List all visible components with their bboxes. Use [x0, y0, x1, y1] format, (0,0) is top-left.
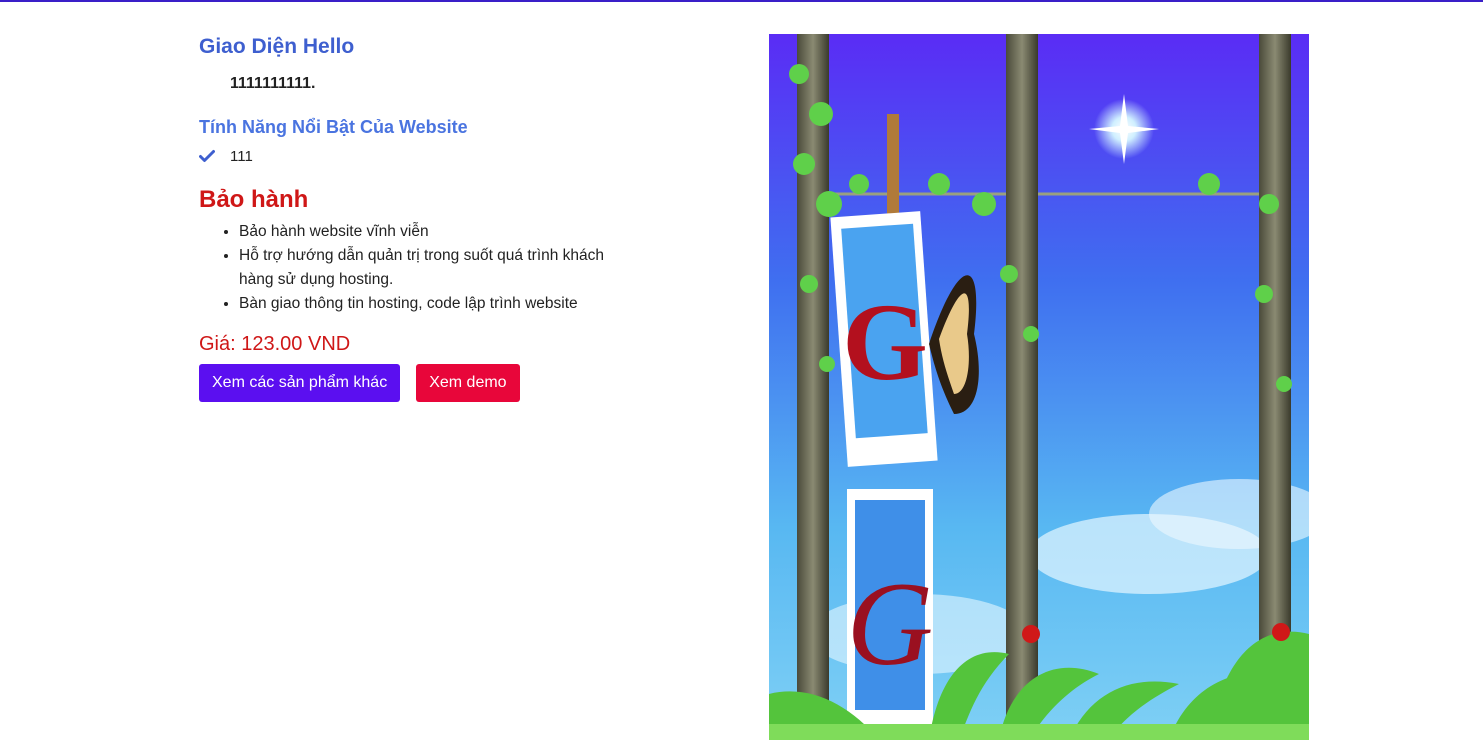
check-icon	[199, 150, 215, 162]
price-value: 123.00 VND	[241, 333, 351, 355]
demo-button[interactable]: Xem demo	[416, 364, 520, 402]
product-image: G G	[769, 34, 1309, 740]
warranty-item: Bảo hành website vĩnh viễn	[239, 220, 629, 244]
product-title: Giao Diện Hello	[199, 35, 355, 58]
features-heading: Tính Năng Nổi Bật Của Website	[199, 117, 468, 137]
product-preview-illustration: G G	[769, 34, 1309, 740]
top-border	[0, 0, 1483, 2]
card-letter-1: G	[842, 281, 928, 403]
warranty-list: Bảo hành website vĩnh viễn Hỗ trợ hướng …	[199, 220, 629, 316]
price: Giá: 123.00 VND	[199, 332, 629, 356]
feature-text: 111	[230, 147, 253, 165]
price-label: Giá:	[199, 333, 242, 355]
warranty-heading: Bảo hành	[199, 186, 309, 213]
warranty-item: Bàn giao thông tin hosting, code lập trì…	[239, 292, 629, 316]
feature-item: 111	[199, 146, 629, 166]
card-letter-2: G	[847, 557, 934, 690]
product-description: 1111111111.	[230, 75, 316, 92]
other-products-button[interactable]: Xem các sản phẩm khác	[199, 364, 401, 402]
warranty-item: Hỗ trợ hướng dẫn quản trị trong suốt quá…	[239, 244, 629, 292]
action-buttons: Xem các sản phẩm khác Xem demo	[199, 364, 629, 402]
product-info: Giao Diện Hello 1111111111. Tính Năng Nổ…	[199, 34, 629, 402]
